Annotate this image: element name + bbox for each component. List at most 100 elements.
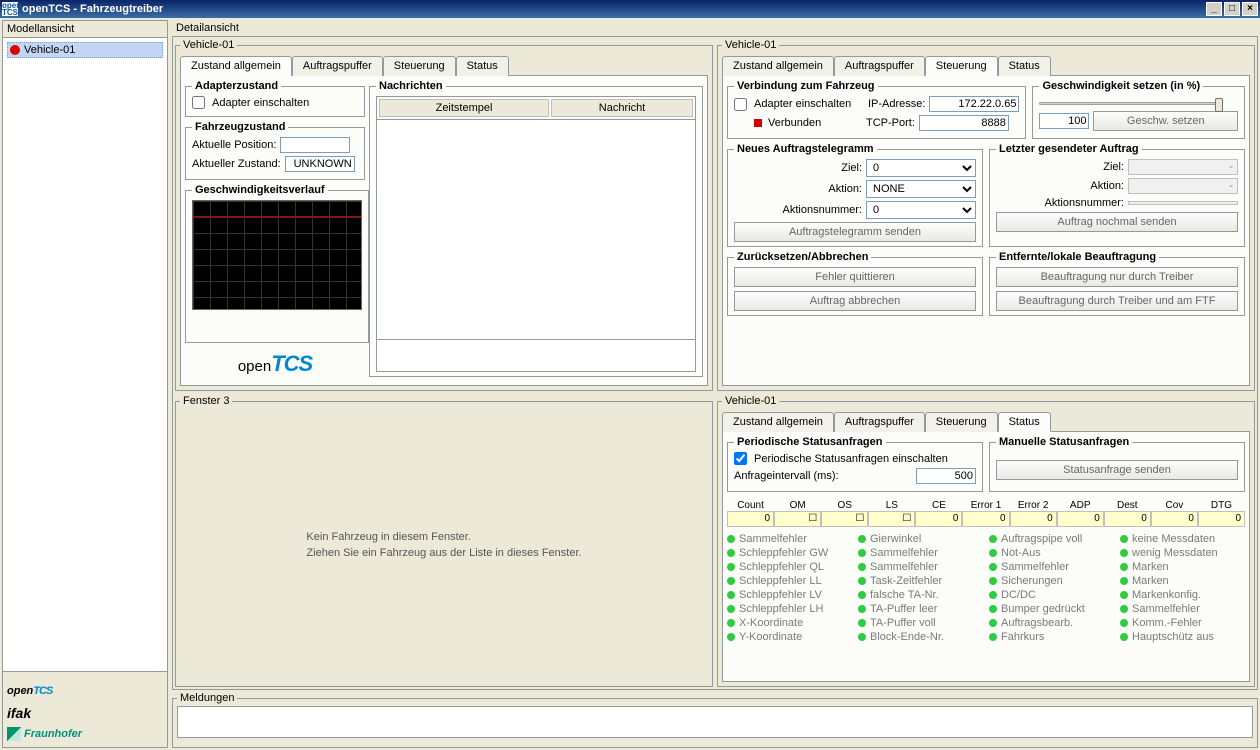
meldungen-pane: Meldungen	[172, 692, 1258, 748]
status-led-item: Gierwinkel	[858, 533, 983, 545]
tab-zustand-2[interactable]: Zustand allgemein	[722, 56, 834, 76]
tcp-port-field[interactable]	[919, 115, 1009, 131]
treiber-only-button[interactable]: Beauftragung nur durch Treiber	[996, 267, 1238, 287]
status-led-item: wenig Messdaten	[1120, 547, 1245, 559]
adapter-einschalten-checkbox[interactable]	[192, 96, 205, 109]
status-led-item: Marken	[1120, 561, 1245, 573]
window-title: openTCS - Fahrzeugtreiber	[22, 3, 163, 15]
tab-auftragspuffer[interactable]: Auftragspuffer	[292, 56, 383, 76]
led-icon	[858, 549, 866, 557]
messages-body[interactable]	[376, 120, 696, 340]
meldungen-body[interactable]	[177, 706, 1253, 738]
status-led-item: X-Koordinate	[727, 617, 852, 629]
led-icon	[858, 619, 866, 627]
tab-status-2[interactable]: Status	[998, 56, 1051, 76]
led-icon	[727, 563, 735, 571]
tab-status-4[interactable]: Status	[998, 412, 1051, 432]
auftrag-nochmal-button[interactable]: Auftrag nochmal senden	[996, 212, 1238, 232]
tab-steuerung[interactable]: Steuerung	[383, 56, 456, 76]
status-led-item: Komm.-Fehler	[1120, 617, 1245, 629]
aktuelle-position-field	[280, 137, 350, 153]
anfrageintervall-field[interactable]	[916, 468, 976, 484]
pane-vehicle-steuerung: Vehicle-01 Zustand allgemein Auftragspuf…	[717, 39, 1255, 391]
led-icon	[989, 633, 997, 641]
led-icon	[989, 563, 997, 571]
status-headers: CountOMOSLSCEError 1Error 2ADPDestCovDTG	[727, 500, 1245, 511]
status-led-item: Auftragsbearb.	[989, 617, 1114, 629]
close-button[interactable]: ×	[1242, 2, 1258, 16]
speed-set-button[interactable]: Geschw. setzen	[1093, 111, 1238, 131]
last-aktnr-field	[1128, 201, 1238, 205]
aktueller-zustand-field	[285, 156, 355, 172]
pane-vehicle-status: Vehicle-01 Zustand allgemein Auftragspuf…	[717, 395, 1255, 687]
aktionsnummer-select[interactable]: 0	[866, 201, 976, 219]
detail-header: Detailansicht	[172, 20, 1258, 36]
status-led-item: Sammelfehler	[727, 533, 852, 545]
pane-fenster-3[interactable]: Fenster 3 Kein Fahrzeug in diesem Fenste…	[175, 395, 713, 687]
led-icon	[858, 563, 866, 571]
tab-auftragspuffer-2[interactable]: Auftragspuffer	[834, 56, 925, 76]
led-icon	[858, 633, 866, 641]
tab-steuerung-4[interactable]: Steuerung	[925, 412, 998, 432]
tab-steuerung-2[interactable]: Steuerung	[925, 56, 998, 76]
status-led-item: Schleppfehler GW	[727, 547, 852, 559]
led-icon	[727, 633, 735, 641]
tab-zustand-4[interactable]: Zustand allgemein	[722, 412, 834, 432]
led-icon	[989, 535, 997, 543]
status-led-item: Not-Aus	[989, 547, 1114, 559]
led-icon	[858, 591, 866, 599]
led-icon	[989, 591, 997, 599]
led-icon	[989, 605, 997, 613]
led-icon	[1120, 577, 1128, 585]
periodisch-checkbox[interactable]	[734, 452, 747, 465]
led-icon	[727, 619, 735, 627]
speed-slider[interactable]	[1039, 102, 1219, 105]
status-values: 0☐☐☐0000000	[727, 511, 1245, 527]
sidebar-header: Modellansicht	[3, 21, 167, 38]
led-icon	[1120, 633, 1128, 641]
ip-address-field[interactable]	[929, 96, 1019, 112]
led-icon	[727, 577, 735, 585]
status-led-item: TA-Puffer voll	[858, 617, 983, 629]
status-led-item: Schleppfehler LL	[727, 575, 852, 587]
auftrag-abbrechen-button[interactable]: Auftrag abbrechen	[734, 291, 976, 311]
tab-status[interactable]: Status	[456, 56, 509, 76]
treiber-ftf-button[interactable]: Beauftragung durch Treiber und am FTF	[996, 291, 1238, 311]
fehler-quittieren-button[interactable]: Fehler quittieren	[734, 267, 976, 287]
model-tree[interactable]: Vehicle-01	[3, 38, 167, 671]
messages-footer	[376, 340, 696, 372]
adapter-einschalten-2-checkbox[interactable]	[734, 98, 747, 111]
statusanfrage-senden-button[interactable]: Statusanfrage senden	[996, 460, 1238, 480]
status-led-item: Sammelfehler	[858, 561, 983, 573]
tab-zustand[interactable]: Zustand allgemein	[180, 56, 292, 76]
status-led-item: falsche TA-Nr.	[858, 589, 983, 601]
led-icon	[727, 591, 735, 599]
minimize-button[interactable]: _	[1206, 2, 1222, 16]
logo-fraunhofer: Fraunhofer	[7, 727, 163, 741]
aktion-select[interactable]: NONE	[866, 180, 976, 198]
led-icon	[1120, 535, 1128, 543]
maximize-button[interactable]: □	[1224, 2, 1240, 16]
auftrag-senden-button[interactable]: Auftragstelegramm senden	[734, 222, 976, 242]
logo-opentcs: openTCS	[7, 678, 163, 699]
tab-auftragspuffer-4[interactable]: Auftragspuffer	[834, 412, 925, 432]
status-led-item: keine Messdaten	[1120, 533, 1245, 545]
status-led-item: Auftragspipe voll	[989, 533, 1114, 545]
status-led-item: Marken	[1120, 575, 1245, 587]
led-icon	[989, 577, 997, 585]
last-aktion-field: -	[1128, 178, 1238, 194]
last-ziel-field: -	[1128, 159, 1238, 175]
led-icon	[1120, 549, 1128, 557]
connection-status-icon	[754, 119, 762, 127]
vehicle-status-icon	[10, 45, 20, 55]
status-led-item: Schleppfehler LV	[727, 589, 852, 601]
status-led-item: Sammelfehler	[989, 561, 1114, 573]
speed-value-field[interactable]	[1039, 113, 1089, 129]
tree-item-vehicle-01[interactable]: Vehicle-01	[7, 42, 163, 58]
status-led-item: Bumper gedrückt	[989, 603, 1114, 615]
led-icon	[1120, 591, 1128, 599]
led-icon	[858, 577, 866, 585]
ziel-select[interactable]: 0	[866, 159, 976, 177]
speed-chart	[192, 200, 362, 310]
sidebar: Modellansicht Vehicle-01 openTCS ifak Fr…	[2, 20, 168, 748]
